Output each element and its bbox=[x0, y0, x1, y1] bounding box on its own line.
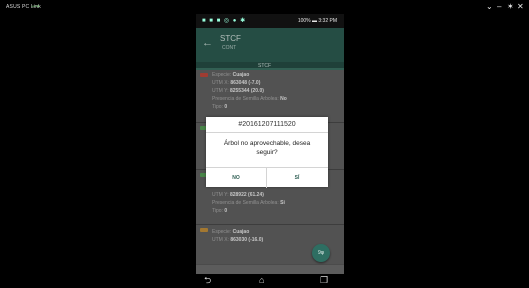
dialog-message: Árbol no aprovechable, desea seguir? bbox=[223, 140, 311, 156]
phone-screen: ■ ■ ■ ◎ ● ✱ 100% ▬ 3:32 PM ← STCF CONT S… bbox=[196, 14, 344, 288]
nav-recents-icon[interactable]: ❐ bbox=[320, 276, 328, 285]
collapse-icon[interactable]: ⌄ bbox=[486, 3, 493, 11]
location-fab[interactable]: 9φ bbox=[312, 244, 330, 262]
dialog-title: #20161207111520 bbox=[238, 121, 296, 128]
settings-icon[interactable]: ✶ bbox=[507, 3, 514, 11]
close-button[interactable]: ✕ bbox=[517, 3, 524, 11]
yes-button[interactable]: SÍ bbox=[267, 168, 327, 188]
notification-icons: ■ ■ ■ ◎ ● ✱ bbox=[202, 18, 247, 24]
connection-icon: ⟿ bbox=[31, 4, 40, 10]
dialog-button-row: NO SÍ bbox=[206, 167, 328, 188]
dialog-divider bbox=[206, 132, 328, 133]
confirm-dialog: #20161207111520 Árbol no aprovechable, d… bbox=[206, 117, 328, 188]
android-status-bar: ■ ■ ■ ◎ ● ✱ 100% ▬ 3:32 PM bbox=[196, 14, 344, 28]
android-nav-bar: ⮌ ⌂ ❐ bbox=[196, 274, 344, 288]
nav-back-icon[interactable]: ⮌ bbox=[204, 276, 211, 285]
no-button[interactable]: NO bbox=[206, 168, 267, 188]
battery-clock: 100% ▬ 3:32 PM bbox=[297, 18, 337, 24]
minimize-button[interactable]: – bbox=[497, 3, 501, 11]
nav-home-icon[interactable]: ⌂ bbox=[259, 276, 264, 285]
